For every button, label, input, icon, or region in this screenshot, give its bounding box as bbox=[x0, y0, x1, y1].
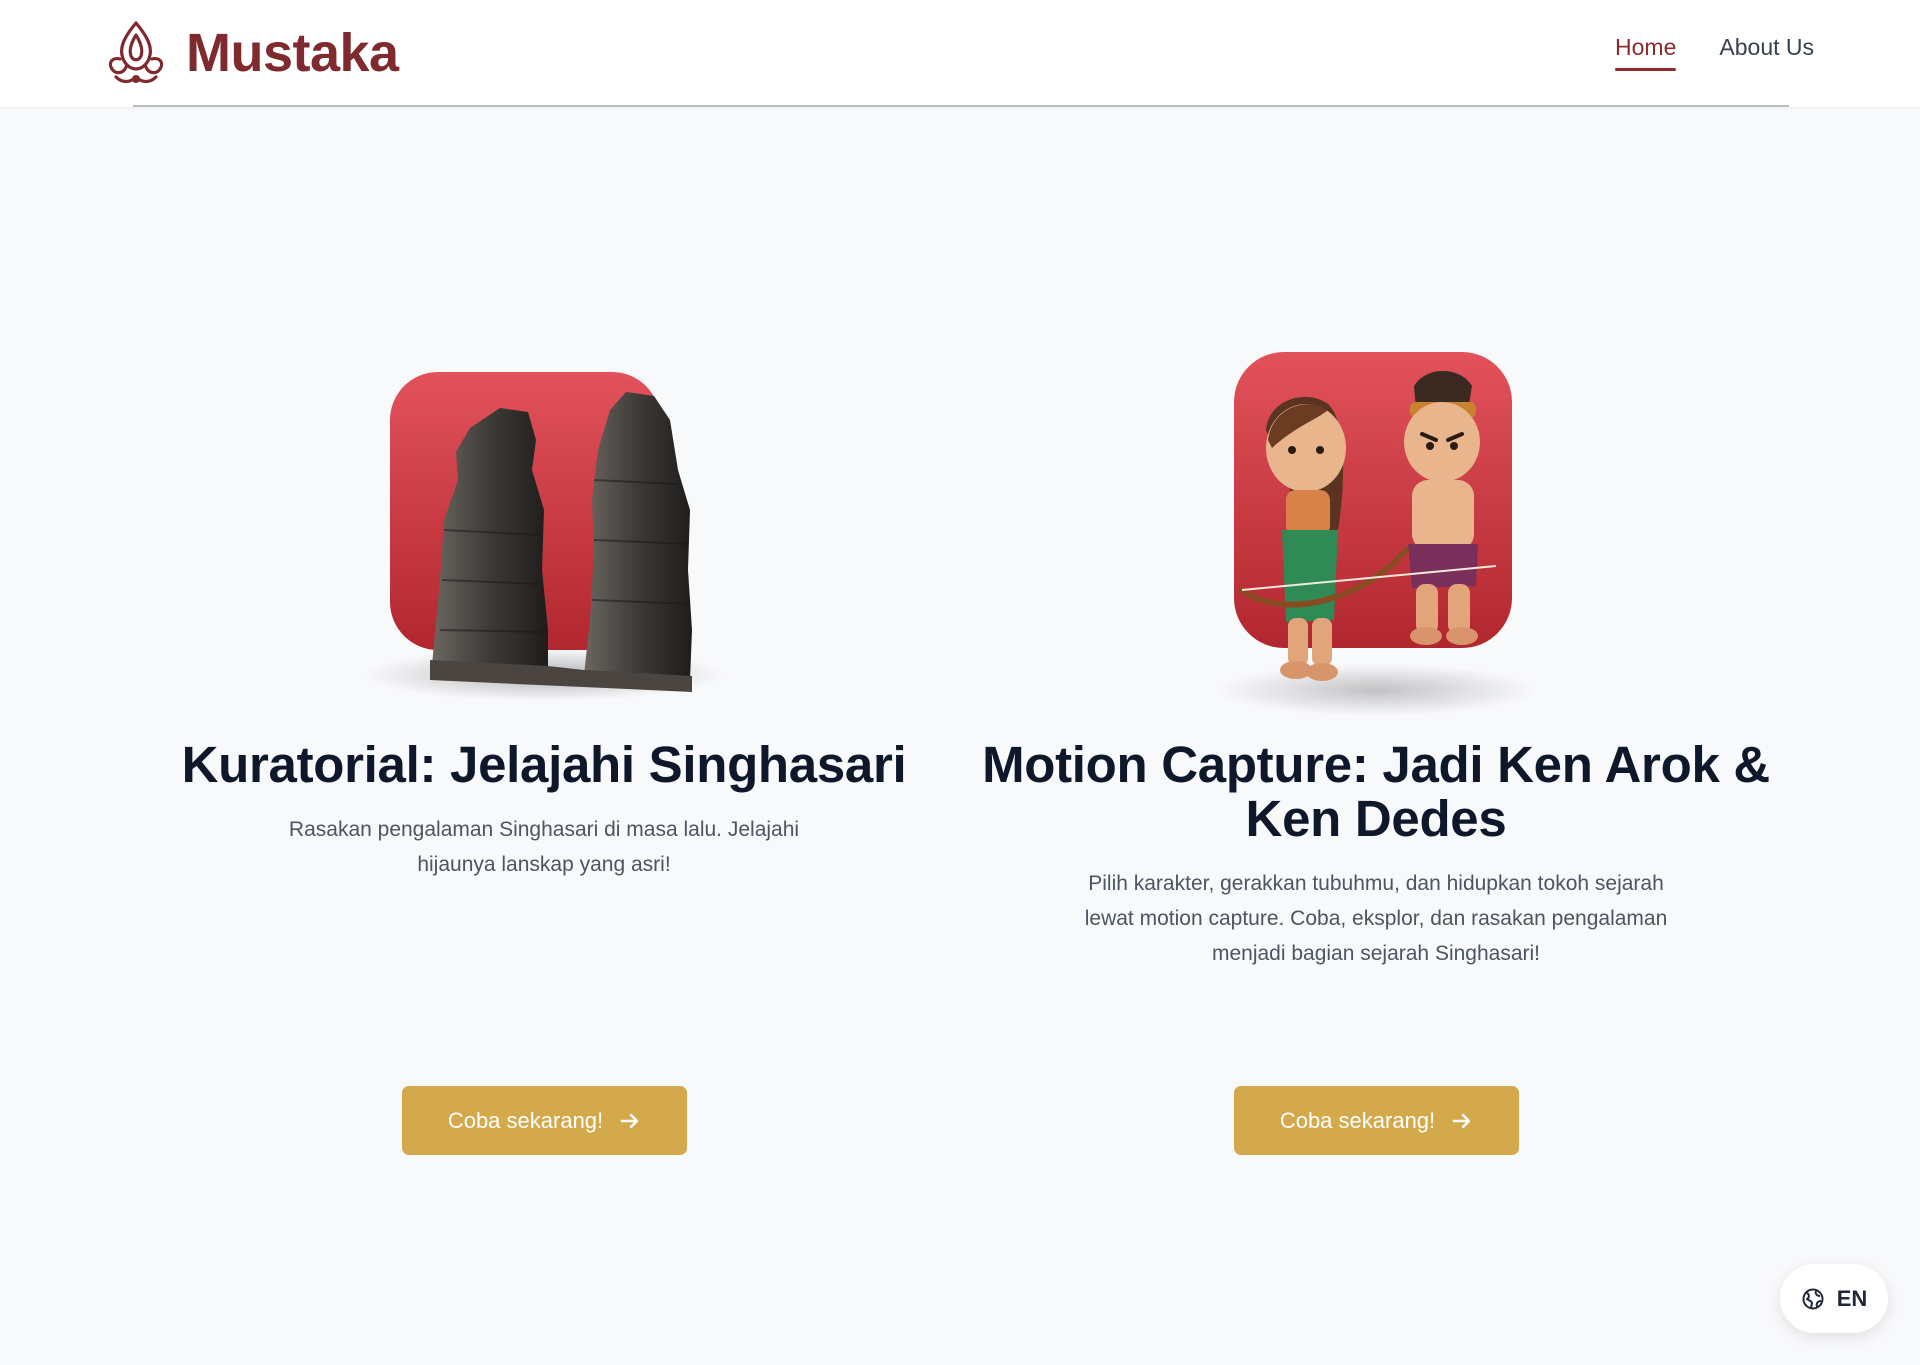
main-nav: Home About Us bbox=[1615, 34, 1814, 71]
card-title: Motion Capture: Jadi Ken Arok & Ken Dede… bbox=[982, 736, 1770, 847]
nav-about-us[interactable]: About Us bbox=[1719, 34, 1814, 71]
card-description: Rasakan pengalaman Singhasari di masa la… bbox=[288, 818, 800, 876]
language-label: EN bbox=[1836, 1285, 1868, 1311]
ken-arok-ken-dedes-characters-icon bbox=[1216, 352, 1536, 716]
mustaka-logo-icon bbox=[108, 21, 164, 84]
kuratorial-try-now-button[interactable]: Coba sekarang! bbox=[402, 1086, 687, 1155]
button-label: Coba sekarang! bbox=[447, 1107, 604, 1133]
language-toggle[interactable]: EN bbox=[1780, 1264, 1888, 1333]
card-description: Pilih karakter, gerakkan tubuhmu, dan hi… bbox=[1084, 872, 1668, 965]
nav-home[interactable]: Home bbox=[1615, 34, 1677, 71]
globe-icon bbox=[1802, 1288, 1824, 1309]
header-divider bbox=[133, 105, 1789, 107]
arrow-right-icon bbox=[1452, 1113, 1471, 1128]
motion-capture-try-now-button[interactable]: Coba sekarang! bbox=[1234, 1086, 1519, 1155]
brand-name: Mustaka bbox=[186, 23, 399, 83]
temple-ruins-icon bbox=[364, 372, 724, 701]
button-label: Coba sekarang! bbox=[1279, 1107, 1436, 1133]
arrow-right-icon bbox=[620, 1113, 639, 1128]
brand-link[interactable]: Mustaka bbox=[104, 18, 399, 88]
card-kuratorial: Kuratorial: Jelajahi Singhasari Rasakan … bbox=[144, 330, 944, 882]
site-header: Mustaka Home About Us bbox=[0, 0, 1920, 107]
card-motion-capture: Motion Capture: Jadi Ken Arok & Ken Dede… bbox=[976, 330, 1776, 971]
